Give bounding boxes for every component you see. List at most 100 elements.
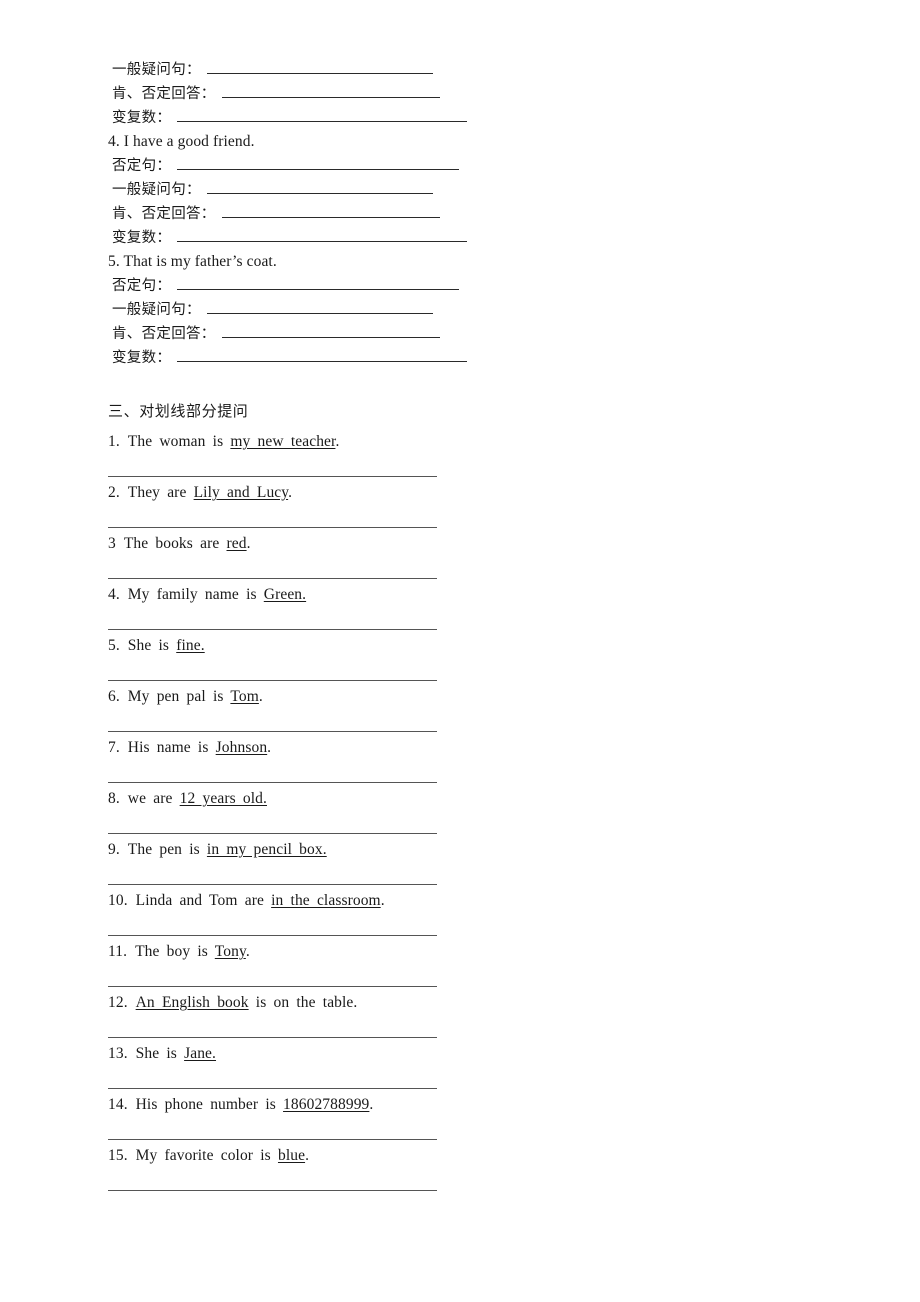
question-number: 7. [108,739,120,756]
label-negative-sentence: 否定句： [112,158,172,174]
question-text-before: She is [127,637,177,654]
question-number: 11. [108,943,128,960]
question-number: 9. [108,841,120,858]
answer-blank[interactable] [177,275,460,290]
question-text-before: She is [135,1045,185,1062]
answer-blank[interactable] [221,83,440,98]
question-text-after: . [245,943,250,960]
question-number: 2. [108,484,120,501]
question-underlined-part: red [226,535,247,552]
question-item: 10. Linda and Tom are in the classroom. [108,885,808,913]
section-two-item-5-sentence: 5. That is my father’s coat. [108,253,277,270]
label-plural: 变复数： [112,350,172,366]
question-underlined-part: my new teacher [230,433,336,450]
fill-row-plural: 变复数： [108,106,808,130]
question-item: 4. My family name is Green. [108,579,808,607]
question-list: 1. The woman is my new teacher. 2. They a… [108,426,808,1191]
question-text-before: The books are [123,535,227,552]
question-number: 10. [108,892,128,909]
question-number: 14. [108,1096,128,1113]
label-affirm-negative-answer: 肯、否定回答： [112,326,216,342]
question-underlined-part: 12 years old. [179,790,267,807]
label-negative-sentence: 否定句： [112,278,172,294]
question-underlined-part: Johnson [215,739,268,756]
question-item: 13. She is Jane. [108,1038,808,1066]
answer-line[interactable] [108,1190,437,1191]
label-affirm-negative-answer: 肯、否定回答： [112,206,216,222]
question-underlined-part: in the classroom [271,892,381,909]
fill-row-general-question: 一般疑问句： [108,178,808,202]
question-text-after: . [258,688,263,705]
fill-row-negative-sentence: 否定句： [108,274,808,298]
answer-blank[interactable] [221,323,440,338]
question-underlined-part: in my pencil box. [206,841,327,858]
fill-row-plural: 变复数： [108,226,808,250]
question-number: 6. [108,688,120,705]
question-item: 11. The boy is Tony. [108,936,808,964]
answer-blank[interactable] [221,203,440,218]
label-plural: 变复数： [112,230,172,246]
question-number: 8. [108,790,120,807]
answer-blank[interactable] [177,227,468,242]
question-text-before: They are [127,484,194,501]
question-item: 15. My favorite color is blue. [108,1140,808,1168]
question-text-after: . [246,535,251,552]
question-item: 9. The pen is in my pencil box. [108,834,808,862]
question-text-after: . [288,484,293,501]
answer-blank[interactable] [177,107,468,122]
question-text-before: we are [127,790,180,807]
section-three: 三、对划线部分提问 1. The woman is my new teacher… [108,398,808,1191]
question-underlined-part: blue [277,1147,306,1164]
question-text-before: My family name is [127,586,264,603]
question-number: 1. [108,433,120,450]
answer-blank[interactable] [206,59,433,74]
question-number: 5. [108,637,120,654]
question-text-before: My pen pal is [127,688,231,705]
question-underlined-part: An English book [135,994,249,1011]
question-text-before: The boy is [135,943,215,960]
question-underlined-part: 18602788999 [283,1096,370,1113]
question-item: 1. The woman is my new teacher. [108,426,808,454]
label-general-question: 一般疑问句： [112,302,201,318]
answer-blank[interactable] [177,155,460,170]
section-three-heading: 三、对划线部分提问 [108,402,249,420]
label-general-question: 一般疑问句： [112,62,201,78]
question-text-before: His name is [127,739,216,756]
question-item: 6. My pen pal is Tom. [108,681,808,709]
question-text-after: is on the table. [248,994,358,1011]
answer-blank[interactable] [177,347,468,362]
question-text-after: . [380,892,385,909]
question-number: 13. [108,1045,128,1062]
question-text-after: . [369,1096,374,1113]
question-item: 3 The books are red. [108,528,808,556]
question-text-after: . [335,433,340,450]
question-text-after: . [305,1147,310,1164]
question-text-before: Linda and Tom are [135,892,272,909]
question-item: 2. They are Lily and Lucy. [108,477,808,505]
question-item: 8. we are 12 years old. [108,783,808,811]
fill-row-affirm-negative-answer: 肯、否定回答： [108,322,808,346]
question-underlined-part: Lily and Lucy [193,484,289,501]
question-text-before: The woman is [127,433,231,450]
question-number: 15. [108,1147,128,1164]
question-item: 14. His phone number is 18602788999. [108,1089,808,1117]
answer-blank[interactable] [206,299,433,314]
section-two-item-4-sentence: 4. I have a good friend. [108,133,255,150]
question-number: 12. [108,994,128,1011]
answer-blank[interactable] [206,179,433,194]
question-text-after: . [267,739,272,756]
fill-row-negative-sentence: 否定句： [108,154,808,178]
